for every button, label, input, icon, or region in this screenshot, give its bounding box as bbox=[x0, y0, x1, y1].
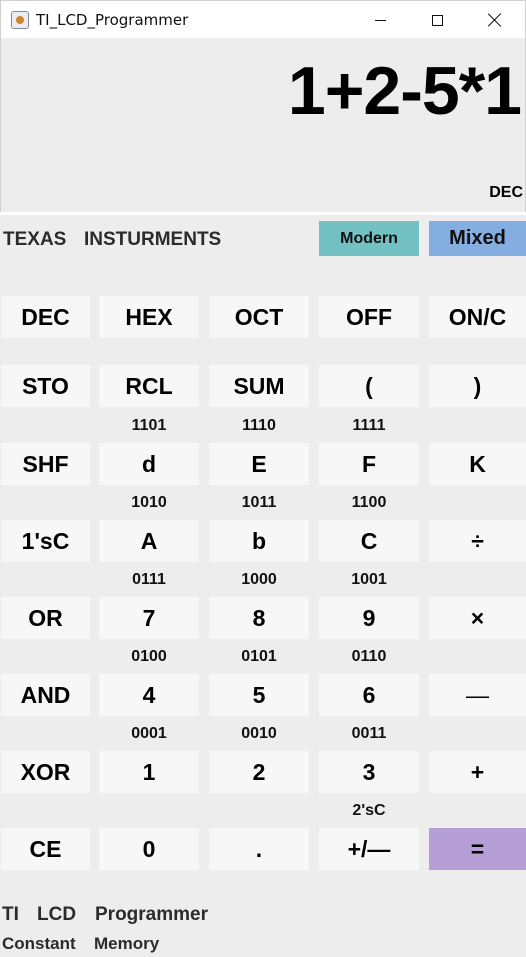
off-key[interactable]: OFF bbox=[319, 296, 419, 338]
digit-7-key[interactable]: 7 bbox=[99, 597, 199, 639]
shf-key[interactable]: SHF bbox=[1, 443, 90, 485]
binary-label-e: 1110 bbox=[242, 417, 276, 434]
close-paren-key[interactable]: ) bbox=[429, 365, 526, 407]
k-key[interactable]: K bbox=[429, 443, 526, 485]
or-key[interactable]: OR bbox=[1, 597, 90, 639]
multiply-key[interactable]: × bbox=[429, 597, 526, 639]
mixed-style-button[interactable]: Mixed bbox=[429, 221, 526, 256]
twos-complement-label: 2'sC bbox=[352, 802, 386, 819]
modern-style-button[interactable]: Modern bbox=[319, 221, 419, 256]
rcl-key[interactable]: RCL bbox=[99, 365, 199, 407]
digit-1-key[interactable]: 1 bbox=[99, 751, 199, 793]
digit-0-key[interactable]: 0 bbox=[99, 828, 199, 870]
binary-label-8: 1000 bbox=[241, 571, 277, 588]
hex-e-key[interactable]: E bbox=[209, 443, 309, 485]
brand-texas: TEXAS bbox=[3, 229, 67, 250]
maximize-icon bbox=[431, 14, 443, 26]
title-bar: TI_LCD_Programmer bbox=[0, 0, 526, 38]
binary-label-4: 0100 bbox=[131, 648, 167, 665]
digit-4-key[interactable]: 4 bbox=[99, 674, 199, 716]
binary-label-6: 0110 bbox=[351, 648, 387, 665]
hex-a-key[interactable]: A bbox=[99, 520, 199, 562]
hex-b-key[interactable]: b bbox=[209, 520, 309, 562]
window-title: TI_LCD_Programmer bbox=[36, 11, 189, 29]
footer-lcd: LCD bbox=[37, 904, 77, 925]
binary-label-9: 1001 bbox=[351, 571, 387, 588]
binary-label-1: 0001 bbox=[131, 725, 167, 742]
decimal-point-key[interactable]: . bbox=[209, 828, 309, 870]
and-key[interactable]: AND bbox=[1, 674, 90, 716]
footer-constant: Constant bbox=[2, 934, 76, 953]
hex-d-key[interactable]: d bbox=[99, 443, 199, 485]
ce-key[interactable]: CE bbox=[1, 828, 90, 870]
binary-label-d: 1101 bbox=[131, 417, 167, 434]
hex-f-key[interactable]: F bbox=[319, 443, 419, 485]
sto-key[interactable]: STO bbox=[1, 365, 90, 407]
open-paren-key[interactable]: ( bbox=[319, 365, 419, 407]
expression-readout: 1+2-5*1 bbox=[287, 53, 522, 129]
ones-complement-key[interactable]: 1'sC bbox=[1, 520, 90, 562]
footer-ti: TI bbox=[2, 904, 19, 925]
digit-9-key[interactable]: 9 bbox=[319, 597, 419, 639]
divide-key[interactable]: ÷ bbox=[429, 520, 526, 562]
subtract-key[interactable]: — bbox=[429, 674, 526, 716]
digit-8-key[interactable]: 8 bbox=[209, 597, 309, 639]
dec-key[interactable]: DEC bbox=[1, 296, 90, 338]
digit-6-key[interactable]: 6 bbox=[319, 674, 419, 716]
digit-2-key[interactable]: 2 bbox=[209, 751, 309, 793]
binary-label-2: 0010 bbox=[241, 725, 277, 742]
minimize-icon bbox=[374, 19, 386, 21]
close-button[interactable] bbox=[467, 1, 523, 39]
minimize-button[interactable] bbox=[352, 1, 408, 39]
binary-label-a: 1010 bbox=[131, 494, 167, 511]
binary-label-5: 0101 bbox=[241, 648, 277, 665]
oct-key[interactable]: OCT bbox=[209, 296, 309, 338]
digit-5-key[interactable]: 5 bbox=[209, 674, 309, 716]
hex-c-key[interactable]: C bbox=[319, 520, 419, 562]
maximize-button[interactable] bbox=[409, 1, 465, 39]
binary-label-f: 1111 bbox=[352, 417, 386, 434]
binary-label-3: 0011 bbox=[351, 725, 387, 742]
close-icon bbox=[488, 13, 502, 27]
footer-programmer: Programmer bbox=[95, 904, 208, 925]
number-mode-indicator: DEC bbox=[489, 184, 523, 201]
java-cup-icon bbox=[11, 11, 29, 29]
binary-label-b: 1011 bbox=[241, 494, 277, 511]
add-key[interactable]: + bbox=[429, 751, 526, 793]
sign-toggle-key[interactable]: +/— bbox=[319, 828, 419, 870]
on-clear-key[interactable]: ON/C bbox=[429, 296, 526, 338]
hex-key[interactable]: HEX bbox=[99, 296, 199, 338]
equals-key[interactable]: = bbox=[429, 828, 526, 870]
binary-label-7: 0111 bbox=[132, 571, 166, 588]
footer-memory: Memory bbox=[94, 934, 160, 953]
digit-3-key[interactable]: 3 bbox=[319, 751, 419, 793]
binary-label-c: 1100 bbox=[351, 494, 387, 511]
brand-instruments: INSTURMENTS bbox=[84, 229, 222, 250]
sum-key[interactable]: SUM bbox=[209, 365, 309, 407]
lcd-display: 1+2-5*1 DEC bbox=[0, 38, 526, 212]
xor-key[interactable]: XOR bbox=[1, 751, 90, 793]
display-separator bbox=[0, 212, 526, 215]
